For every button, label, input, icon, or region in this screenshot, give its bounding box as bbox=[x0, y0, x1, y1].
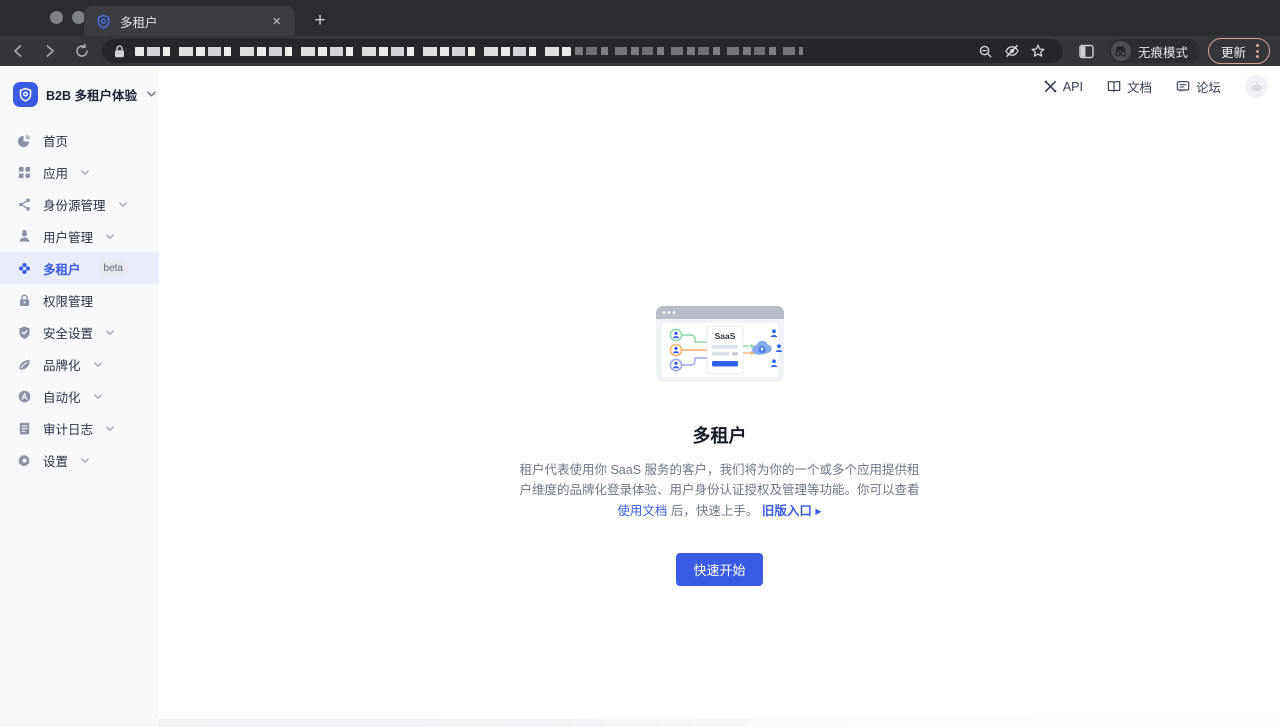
chevron-down-icon bbox=[147, 91, 156, 97]
workspace-logo-shield-icon bbox=[13, 82, 38, 107]
brush-leaf-icon bbox=[16, 356, 32, 372]
chat-icon bbox=[1176, 80, 1190, 93]
shield-check-icon bbox=[16, 324, 32, 340]
api-link[interactable]: API bbox=[1044, 80, 1083, 94]
window-close-button[interactable] bbox=[50, 11, 63, 24]
sidebar-item-security[interactable]: 安全设置 bbox=[0, 316, 159, 348]
chevron-down-icon bbox=[81, 170, 89, 175]
sidebar-item-audit-logs[interactable]: 审计日志 bbox=[0, 412, 159, 444]
sidebar-item-label: 多租户 bbox=[43, 259, 81, 278]
chevron-down-icon bbox=[106, 330, 114, 335]
automation-a-icon bbox=[16, 388, 32, 404]
gear-icon bbox=[16, 452, 32, 468]
incognito-icon bbox=[1111, 41, 1131, 61]
audit-log-icon bbox=[16, 420, 32, 436]
sidebar-item-label: 审计日志 bbox=[43, 419, 93, 438]
tenant-pinwheel-icon bbox=[16, 260, 32, 276]
lock-icon[interactable] bbox=[114, 45, 125, 58]
url-redacted-text-dim bbox=[575, 47, 803, 55]
sidebar-item-permissions[interactable]: 权限管理 bbox=[0, 284, 159, 316]
sidebar-menu: 首页 应用 身份源管理 bbox=[0, 124, 159, 476]
tab-favicon-shield-icon bbox=[96, 14, 111, 29]
side-panel-icon[interactable] bbox=[1073, 39, 1101, 63]
workspace-switcher[interactable]: B2B 多租户体验 bbox=[0, 79, 159, 109]
user-icon bbox=[16, 228, 32, 244]
chevron-down-icon bbox=[94, 394, 102, 399]
chevron-down-icon bbox=[119, 202, 127, 207]
sidebar-item-label: 用户管理 bbox=[43, 227, 93, 246]
browser-tab[interactable]: 多租户 × bbox=[84, 6, 295, 36]
chevron-down-icon bbox=[81, 458, 89, 463]
api-tools-icon bbox=[1044, 80, 1057, 93]
legacy-entry-link[interactable]: 旧版入口 ▸ bbox=[762, 504, 822, 518]
url-bar[interactable] bbox=[102, 39, 1063, 63]
sidebar-item-user-management[interactable]: 用户管理 bbox=[0, 220, 159, 252]
sidebar-item-branding[interactable]: 品牌化 bbox=[0, 348, 159, 380]
window-bottom-edge bbox=[159, 719, 1280, 727]
docs-link[interactable]: 文档 bbox=[1107, 77, 1152, 96]
browser-toolbar: 无痕模式 更新 bbox=[0, 36, 1280, 66]
home-pie-icon bbox=[16, 132, 32, 148]
docs-inline-link[interactable]: 使用文档 bbox=[617, 504, 667, 518]
empty-state-description: 租户代表使用你 SaaS 服务的客户，我们将为你的一个或多个应用提供租户维度的品… bbox=[516, 460, 924, 521]
sidebar-item-label: 身份源管理 bbox=[43, 195, 106, 214]
sidebar: B2B 多租户体验 首页 应用 bbox=[0, 66, 159, 727]
lock-icon bbox=[16, 292, 32, 308]
tab-strip: 多租户 × + bbox=[0, 0, 1280, 36]
incognito-badge: 无痕模式 bbox=[1109, 39, 1200, 63]
saas-label: SaaS bbox=[714, 331, 735, 341]
empty-state: SaaS bbox=[159, 305, 1280, 586]
sidebar-item-label: 权限管理 bbox=[43, 291, 93, 310]
reload-icon[interactable] bbox=[68, 39, 96, 63]
sidebar-item-identity-sources[interactable]: 身份源管理 bbox=[0, 188, 159, 220]
sidebar-item-label: 自动化 bbox=[43, 387, 81, 406]
back-icon[interactable] bbox=[4, 39, 32, 63]
top-nav: API 文档 论坛 bbox=[1044, 75, 1268, 98]
sidebar-item-label: 品牌化 bbox=[43, 355, 81, 374]
sidebar-item-label: 安全设置 bbox=[43, 323, 93, 342]
browser-window: 多租户 × + bbox=[0, 0, 1280, 727]
app-area: B2B 多租户体验 首页 应用 bbox=[0, 66, 1280, 727]
page-title: 多租户 bbox=[693, 422, 747, 448]
sidebar-item-multi-tenant[interactable]: 多租户 beta bbox=[0, 252, 159, 284]
quick-start-button[interactable]: 快速开始 bbox=[676, 553, 762, 586]
main-content: API 文档 论坛 bbox=[159, 66, 1280, 727]
url-redacted-text bbox=[135, 47, 571, 56]
tab-close-icon[interactable]: × bbox=[268, 12, 285, 31]
zoom-icon[interactable] bbox=[973, 40, 999, 62]
forum-link[interactable]: 论坛 bbox=[1176, 77, 1221, 96]
forward-icon[interactable] bbox=[36, 39, 64, 63]
eye-off-icon[interactable] bbox=[999, 40, 1025, 62]
share-nodes-icon bbox=[16, 196, 32, 212]
multi-tenant-illustration: SaaS bbox=[655, 305, 785, 385]
browser-menu-icon[interactable] bbox=[1252, 44, 1263, 58]
sidebar-item-automation[interactable]: 自动化 bbox=[0, 380, 159, 412]
chevron-down-icon bbox=[94, 362, 102, 367]
incognito-label: 无痕模式 bbox=[1138, 42, 1188, 61]
sidebar-item-label: 首页 bbox=[43, 131, 68, 150]
chrome-update-button[interactable]: 更新 bbox=[1208, 38, 1270, 64]
book-icon bbox=[1107, 80, 1121, 93]
sidebar-item-settings[interactable]: 设置 bbox=[0, 444, 159, 476]
beta-badge: beta bbox=[99, 261, 128, 275]
workspace-name: B2B 多租户体验 bbox=[46, 85, 137, 104]
update-label: 更新 bbox=[1221, 42, 1246, 61]
sidebar-item-apps[interactable]: 应用 bbox=[0, 156, 159, 188]
sidebar-item-label: 设置 bbox=[43, 451, 68, 470]
bookmark-star-icon[interactable] bbox=[1025, 40, 1051, 62]
chevron-down-icon bbox=[106, 234, 114, 239]
sidebar-item-home[interactable]: 首页 bbox=[0, 124, 159, 156]
new-tab-button[interactable]: + bbox=[306, 7, 334, 35]
apps-grid-icon bbox=[16, 164, 32, 180]
sidebar-item-label: 应用 bbox=[43, 163, 68, 182]
user-avatar[interactable] bbox=[1245, 75, 1268, 98]
chevron-down-icon bbox=[106, 426, 114, 431]
tab-title: 多租户 bbox=[120, 12, 268, 31]
